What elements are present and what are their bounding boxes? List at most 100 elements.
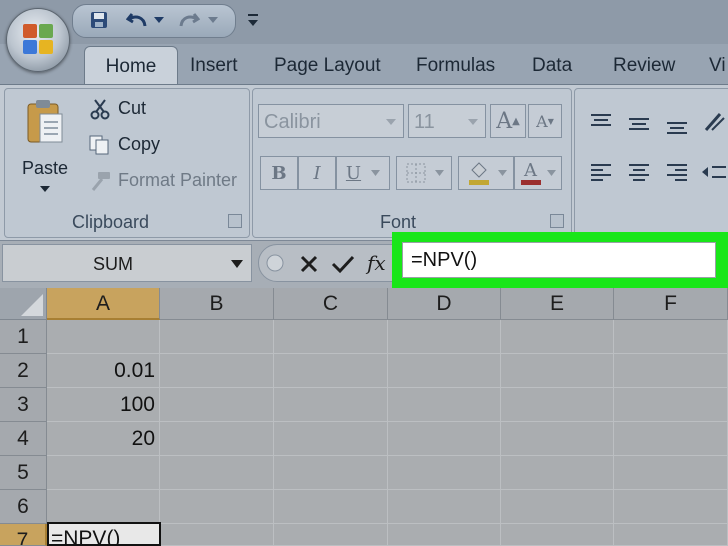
cell-c7[interactable] [274,524,388,546]
cell-b4[interactable] [160,422,274,456]
insert-function-icon[interactable]: fx [367,251,386,275]
cell-b6[interactable] [160,490,274,524]
shrink-font-button[interactable]: A ▼ [528,104,562,138]
cell-f7[interactable] [614,524,728,546]
tab-home[interactable]: Home [84,46,178,87]
cell-a6[interactable] [47,490,160,524]
cell-d3[interactable] [388,388,501,422]
row-header-5[interactable]: 5 [0,456,47,490]
column-header-e[interactable]: E [501,288,614,320]
cell-d5[interactable] [388,456,501,490]
redo-icon[interactable] [177,9,201,31]
format-painter-button[interactable]: Format Painter [86,168,246,194]
cell-a7-active[interactable]: =NPV() [47,522,161,546]
bold-button[interactable]: B [260,156,298,190]
save-icon[interactable] [87,9,111,31]
cell-b1[interactable] [160,320,274,354]
row-header-1[interactable]: 1 [0,320,47,354]
cell-b5[interactable] [160,456,274,490]
cell-c5[interactable] [274,456,388,490]
name-box[interactable]: SUM [2,244,252,282]
column-header-b[interactable]: B [160,288,274,320]
formula-input[interactable]: =NPV() [402,242,716,278]
cell-f3[interactable] [614,388,728,422]
cell-c6[interactable] [274,490,388,524]
decrease-indent-icon[interactable] [700,158,728,186]
align-left-icon[interactable] [584,158,618,186]
customize-qat-icon[interactable] [244,8,262,30]
cell-e5[interactable] [501,456,614,490]
row-header-3[interactable]: 3 [0,388,47,422]
italic-button[interactable]: I [298,156,336,190]
cell-d1[interactable] [388,320,501,354]
fill-color-button[interactable] [458,156,514,190]
name-box-dropdown-icon[interactable] [231,260,243,268]
cell-a1[interactable] [47,320,160,354]
align-top-icon[interactable] [584,108,618,136]
cell-c2[interactable] [274,354,388,388]
tab-insert[interactable]: Insert [190,52,238,80]
row-header-2[interactable]: 2 [0,354,47,388]
cell-a5[interactable] [47,456,160,490]
cell-a2[interactable]: 0.01 [47,354,160,388]
borders-button[interactable] [396,156,452,190]
cell-e6[interactable] [501,490,614,524]
cell-e4[interactable] [501,422,614,456]
cell-d6[interactable] [388,490,501,524]
underline-button[interactable]: U [336,156,390,190]
tab-view[interactable]: Vi [709,52,728,80]
cell-f4[interactable] [614,422,728,456]
font-launcher-icon[interactable] [550,214,564,228]
tab-page-layout[interactable]: Page Layout [274,52,381,80]
row-header-4[interactable]: 4 [0,422,47,456]
tab-formulas[interactable]: Formulas [416,52,495,80]
cancel-icon[interactable] [299,254,319,274]
align-right-icon[interactable] [660,158,694,186]
cell-c4[interactable] [274,422,388,456]
font-name-combo[interactable]: Calibri [258,104,404,138]
cell-d7[interactable] [388,524,501,546]
row-header-6[interactable]: 6 [0,490,47,524]
cell-a4[interactable]: 20 [47,422,160,456]
tab-review[interactable]: Review [613,52,675,80]
grow-font-button[interactable]: A ▲ [490,104,526,138]
office-button[interactable] [6,8,70,72]
row-header-7[interactable]: 7 [0,524,47,546]
undo-icon[interactable] [125,9,149,31]
column-header-c[interactable]: C [274,288,388,320]
cell-e7[interactable] [501,524,614,546]
align-middle-icon[interactable] [622,110,656,138]
align-center-icon[interactable] [622,158,656,186]
copy-button[interactable]: Copy [86,132,236,158]
column-header-f[interactable]: F [614,288,728,320]
cell-a3[interactable]: 100 [47,388,160,422]
cell-b3[interactable] [160,388,274,422]
cell-f1[interactable] [614,320,728,354]
select-all-corner[interactable] [0,288,47,320]
tab-data[interactable]: Data [532,52,572,80]
cell-d4[interactable] [388,422,501,456]
cell-e2[interactable] [501,354,614,388]
redo-dropdown-icon[interactable] [207,9,219,31]
column-header-d[interactable]: D [388,288,501,320]
font-color-button[interactable]: A [514,156,562,190]
cell-e3[interactable] [501,388,614,422]
cell-e1[interactable] [501,320,614,354]
enter-check-icon[interactable] [331,254,355,274]
align-bottom-icon[interactable] [660,112,694,140]
cell-c3[interactable] [274,388,388,422]
cell-b2[interactable] [160,354,274,388]
cut-button[interactable]: Cut [86,96,236,122]
paste-button[interactable]: Paste [14,96,76,200]
cell-c1[interactable] [274,320,388,354]
cell-d2[interactable] [388,354,501,388]
orientation-icon[interactable] [700,108,728,136]
undo-dropdown-icon[interactable] [153,9,165,31]
column-header-a[interactable]: A [47,288,160,320]
cell-f5[interactable] [614,456,728,490]
cell-f2[interactable] [614,354,728,388]
font-size-combo[interactable]: 11 [408,104,486,138]
clipboard-launcher-icon[interactable] [228,214,242,228]
cell-b7[interactable] [161,524,274,546]
cell-f6[interactable] [614,490,728,524]
